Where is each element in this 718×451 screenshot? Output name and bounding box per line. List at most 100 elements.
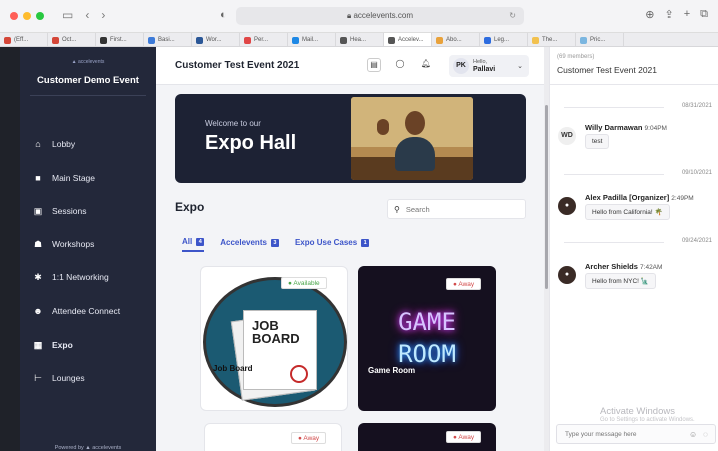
scrollbar-thumb[interactable] [545,105,548,289]
browser-tab[interactable]: First... [96,33,144,46]
room-neon-text: ROOM [398,340,456,368]
filter-tab-all[interactable]: All 4 [182,237,205,252]
sidebar-item-label: Attendee Connect [52,306,121,316]
sidebar-item-label: Main Stage [52,173,95,183]
sidebar-toggle-icon[interactable]: ▭ [62,8,73,22]
chat-button[interactable]: ◯ [393,58,407,72]
chat-message: WD Willy Darmawan 9:04PM test [558,123,718,163]
minimize-window-button[interactable] [23,12,31,20]
tab-favicon-icon [580,36,587,44]
filter-tab-accelevents[interactable]: Accelevents 3 [220,237,279,252]
tab-favicon-icon [244,36,251,44]
date-separator: 08/31/2021 [564,102,712,112]
tab-favicon-icon [52,36,59,44]
booth-card[interactable]: ● Away [358,423,496,451]
filter-count: 1 [361,238,370,247]
tab-favicon-icon [4,36,11,44]
sender-name: Alex Padilla [Organizer] 2:49PM [585,193,694,202]
address-bar[interactable]: 🔒︎ accelevents.com ↻ [236,7,524,25]
privacy-shield-icon[interactable]: ◐ [220,9,227,21]
sidebar-item-main-stage[interactable]: ■ Main Stage [32,170,152,186]
tab-favicon-icon [148,36,155,44]
browser-tab[interactable]: Basi... [144,33,192,46]
sidebar-item-label: Lounges [52,373,85,383]
lounge-icon: ⊢ [34,372,42,383]
tab-favicon-icon [292,36,299,44]
browser-tab[interactable]: Leg... [480,33,528,46]
sidebar-item-lobby[interactable]: ⌂ Lobby [32,136,152,152]
greeting-text: Hello, [473,58,488,65]
forward-icon[interactable]: › [101,8,105,22]
booth-card-game-room[interactable]: GAME ROOM ● Away Game Room [358,266,496,411]
notifications-button[interactable]: 🔔︎ [419,58,433,72]
user-menu[interactable]: PK Hello, Pallavi ⌄ [449,55,529,77]
bell-icon: 🔔︎ [420,59,432,68]
booth-name: Job Board [213,364,253,373]
networking-icon: ✱ [34,271,42,282]
home-icon: ⌂ [35,139,41,149]
expo-hall-banner: Welcome to our Expo Hall [175,94,526,183]
status-badge: ● Away [291,432,327,444]
date-separator: 09/24/2021 [564,237,712,247]
emoji-icon[interactable]: ☺ [689,430,697,439]
powered-by: Powered by ▲ accelevents [54,445,122,451]
maximize-window-button[interactable] [36,12,44,20]
filter-count: 3 [270,238,279,247]
logo-text: accelevents [77,59,105,65]
sidebar-item-sessions[interactable]: ▣ Sessions [32,203,152,219]
message-input[interactable] [565,430,683,438]
send-icon[interactable]: ◌ [703,430,708,439]
chat-bubble-icon: ◯ [395,59,405,68]
chat-message: ● Archer Shields 7:42AM Hello from NYC! … [558,262,718,302]
sidebar-item-label: 1:1 Networking [52,272,109,282]
filter-tab-expo-use-cases[interactable]: Expo Use Cases 1 [295,237,370,252]
close-window-button[interactable] [10,12,18,20]
sidebar-item-expo[interactable]: ▦ Expo [32,337,152,353]
sidebar-item-workshops[interactable]: ☗ Workshops [32,236,152,252]
expo-filter-tabs: All 4 Accelevents 3 Expo Use Cases 1 [182,237,370,252]
tab-label: Leg... [494,37,510,43]
top-bar: Customer Test Event 2021 ▤ ◯ 🔔︎ PK Hello… [156,47,544,85]
status-text: Away [303,435,320,442]
sidebar-item-lounges[interactable]: ⊢ Lounges [32,370,152,386]
chat-input-box: ☺ ◌ [556,424,716,444]
browser-tab[interactable]: Accelev... [384,33,432,46]
url-text: accelevents.com [353,11,414,20]
browser-tab[interactable]: Oct... [48,33,96,46]
tab-label: Pric... [590,37,606,43]
calendar-button[interactable]: ▤ [367,58,381,72]
job-board-logo: JOB BOARD [203,277,347,407]
tab-overview-icon[interactable]: ⧉ [700,8,708,21]
sender-name: Willy Darmawan 9:04PM [585,123,667,132]
tab-label: Wor... [206,37,222,43]
sidebar: ▲ accelevents Customer Demo Event ⌂ Lobby… [20,47,156,451]
browser-tab[interactable]: The... [528,33,576,46]
back-icon[interactable]: ‹ [85,8,89,22]
sidebar-item-attendee-connect[interactable]: ☻ Attendee Connect [32,303,152,319]
main-content: Customer Test Event 2021 ▤ ◯ 🔔︎ PK Hello… [156,47,544,451]
new-tab-icon[interactable]: + [684,8,690,21]
sidebar-item-label: Workshops [52,239,95,249]
browser-tab[interactable]: (Eff... [0,33,48,46]
sidebar-item-networking[interactable]: ✱ 1:1 Networking [32,269,152,285]
sidebar-divider [30,95,146,96]
browser-tab[interactable]: Per... [240,33,288,46]
sender-name-text: Willy Darmawan [585,123,643,132]
browser-tab[interactable]: Abo... [432,33,480,46]
swoosh-icon [290,365,308,383]
download-icon[interactable]: ⊕ [645,8,654,21]
banner-welcome: Welcome to our [205,119,261,128]
browser-tab[interactable]: Mail... [288,33,336,46]
status-badge: ● Away [446,278,482,290]
booth-card[interactable]: ● Away [204,423,342,451]
search-icon: ⚲ [394,204,400,214]
browser-tab[interactable]: Hea... [336,33,384,46]
share-icon[interactable]: ⇪ [664,8,673,21]
tab-label: First... [110,37,127,43]
booth-card-job-board[interactable]: JOB BOARD ● Available Job Board [200,266,348,411]
tab-favicon-icon [388,36,395,44]
browser-tab[interactable]: Pric... [576,33,624,46]
browser-tab[interactable]: Wor... [192,33,240,46]
search-input[interactable] [405,204,516,214]
reload-icon[interactable]: ↻ [509,7,516,25]
